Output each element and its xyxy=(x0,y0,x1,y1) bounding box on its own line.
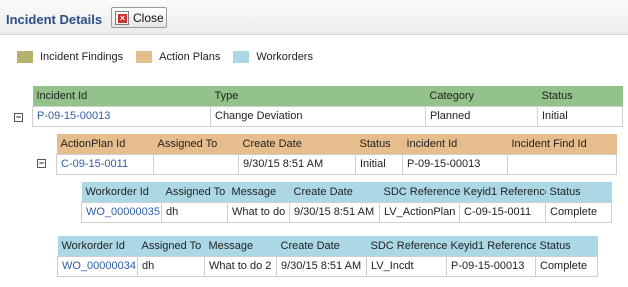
column-header: Workorder Id xyxy=(85,185,149,198)
table-cell: What to do xyxy=(227,201,290,223)
legend-item-incident-findings: Incident Findings xyxy=(17,51,123,63)
workorder-header-row: Workorder Id Assigned To Message Create … xyxy=(57,236,598,256)
close-button[interactable]: Close xyxy=(111,7,167,28)
incident-header-row: Incident Id Type Category Status xyxy=(32,86,623,106)
legend-label: Workorders xyxy=(256,51,313,63)
action-plan-id-cell[interactable]: C-09-15-0011 xyxy=(56,153,154,175)
column-header: Status xyxy=(549,185,581,198)
column-header: SDC Reference xyxy=(370,239,447,252)
table-cell: 9/30/15 8:51 AM xyxy=(238,153,356,175)
column-header: Message xyxy=(208,239,254,252)
table-cell: Complete xyxy=(545,201,612,223)
action-plan-header-row: ActionPlan Id Assigned To Create Date St… xyxy=(56,134,617,154)
table-cell: C-09-15-0011 xyxy=(459,201,546,223)
legend-swatch xyxy=(136,51,153,63)
column-header: Assigned To xyxy=(141,239,202,252)
workorder-id-cell[interactable]: WO_00000035 xyxy=(81,201,162,223)
column-header: Incident Id xyxy=(36,89,88,102)
table-cell: 9/30/15 8:51 AM xyxy=(276,255,367,277)
table-cell: LV_Incdt xyxy=(366,255,447,277)
page-title: Incident Details xyxy=(6,12,103,27)
column-header: Incident Find Id xyxy=(511,137,587,150)
workorder-table-incident: Workorder Id Assigned To Message Create … xyxy=(57,236,598,277)
column-header: Category xyxy=(429,89,475,102)
legend-item-workorders: Workorders xyxy=(233,51,313,63)
workorder-id-link[interactable]: WO_00000035 xyxy=(86,206,160,218)
column-header: Create Date xyxy=(293,185,353,198)
table-cell xyxy=(507,153,617,175)
table-cell: LV_ActionPlan xyxy=(379,201,460,223)
table-cell: Planned xyxy=(425,105,538,127)
column-header: Workorder Id xyxy=(61,239,125,252)
table-cell: dh xyxy=(161,201,228,223)
column-header: ActionPlan Id xyxy=(60,137,126,150)
column-header: Status xyxy=(359,137,391,150)
close-button-label: Close xyxy=(133,10,164,25)
column-header: Incident Id xyxy=(406,137,458,150)
workorder-id-link[interactable]: WO_00000034 xyxy=(62,260,136,272)
table-cell: What to do 2 xyxy=(204,255,277,277)
action-plan-id-link[interactable]: C-09-15-0011 xyxy=(61,158,128,170)
column-header: Create Date xyxy=(242,137,302,150)
table-row: WO_00000034 dh What to do 2 9/30/15 8:51… xyxy=(57,255,598,277)
column-header: Create Date xyxy=(280,239,340,252)
legend-swatch xyxy=(233,51,250,63)
column-header: Type xyxy=(214,89,239,102)
column-header: Status xyxy=(539,239,571,252)
collapse-incident-toggle[interactable]: − xyxy=(14,113,23,122)
workorder-header-row: Workorder Id Assigned To Message Create … xyxy=(81,182,612,202)
title-bar: Incident Details Close xyxy=(0,0,628,35)
legend-swatch xyxy=(17,51,33,63)
workorder-table-action-plan: Workorder Id Assigned To Message Create … xyxy=(81,182,612,223)
column-header: Assigned To xyxy=(165,185,226,198)
column-header: Message xyxy=(231,185,277,198)
table-cell: P-09-15-00013 xyxy=(402,153,508,175)
incident-id-link[interactable]: P-09-15-00013 xyxy=(37,110,110,122)
column-header: Assigned To xyxy=(157,137,218,150)
legend-item-action-plans: Action Plans xyxy=(136,51,220,63)
table-row: WO_00000035 dh What to do 9/30/15 8:51 A… xyxy=(81,201,612,223)
workorder-id-cell[interactable]: WO_00000034 xyxy=(57,255,138,277)
column-header: SDC Reference xyxy=(383,185,460,198)
table-cell: Change Deviation xyxy=(210,105,426,127)
column-header: Keyid1 Reference xyxy=(463,185,546,198)
legend: Incident Findings Action Plans Workorder… xyxy=(17,51,326,63)
close-icon xyxy=(115,10,129,25)
action-plan-table: ActionPlan Id Assigned To Create Date St… xyxy=(56,134,617,175)
table-row: C-09-15-0011 9/30/15 8:51 AM Initial P-0… xyxy=(56,153,617,175)
table-cell: P-09-15-00013 xyxy=(446,255,536,277)
column-header: Status xyxy=(541,89,573,102)
incident-table: Incident Id Type Category Status P-09-15… xyxy=(32,86,623,127)
table-cell: Complete xyxy=(535,255,598,277)
table-cell: 9/30/15 8:51 AM xyxy=(289,201,380,223)
table-cell: dh xyxy=(137,255,205,277)
table-cell: Initial xyxy=(355,153,403,175)
collapse-action-plan-toggle[interactable]: − xyxy=(37,159,46,168)
table-row: P-09-15-00013 Change Deviation Planned I… xyxy=(32,105,623,127)
incident-id-cell[interactable]: P-09-15-00013 xyxy=(32,105,211,127)
table-cell xyxy=(153,153,239,175)
table-cell: Initial xyxy=(537,105,623,127)
legend-label: Incident Findings xyxy=(40,51,124,63)
column-header: Keyid1 Reference xyxy=(450,239,536,252)
legend-label: Action Plans xyxy=(159,51,221,63)
